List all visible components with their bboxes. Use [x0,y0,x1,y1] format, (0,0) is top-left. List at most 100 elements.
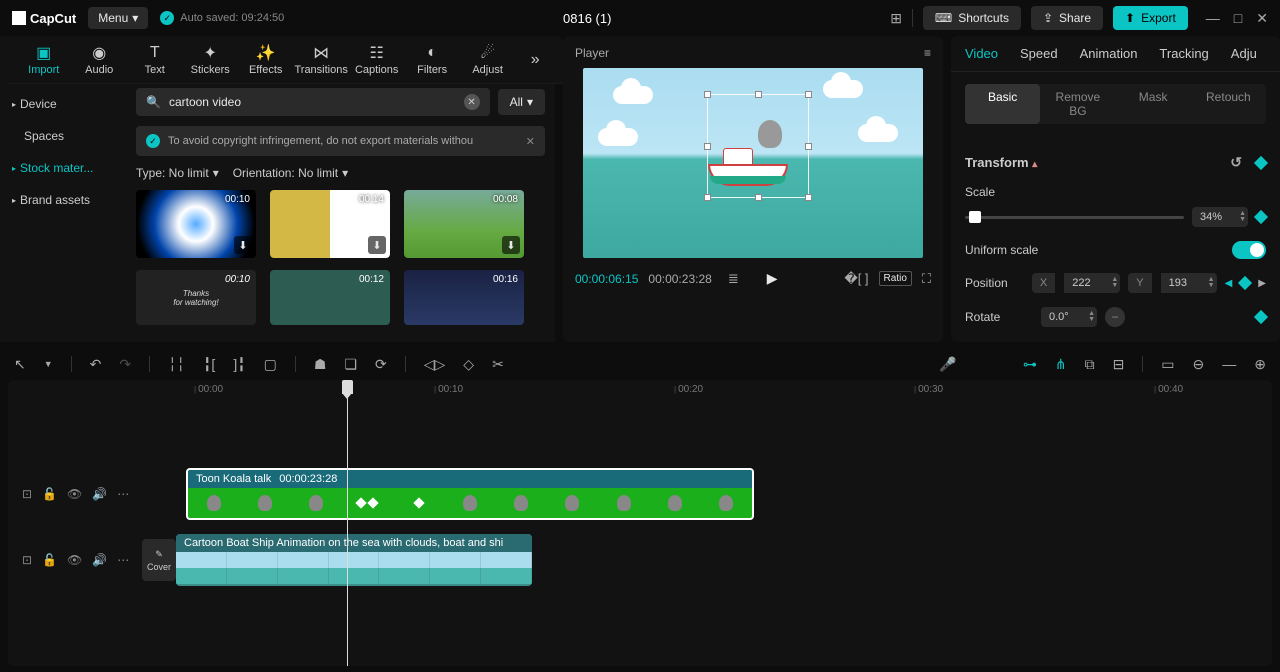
crop-icon[interactable]: �[ ] [844,271,868,287]
tab-audio[interactable]: ◉Audio [71,40,126,79]
filter-type[interactable]: Type: No limit▾ [136,166,219,180]
zoom-out-icon[interactable]: ⊖ [1193,356,1205,373]
redo-icon[interactable]: ↷ [119,356,131,373]
tab-adjust[interactable]: ☄Adjust [460,40,515,79]
track-more-icon[interactable]: ⋯ [117,487,129,501]
position-y[interactable]: 193▲▼ [1161,273,1217,293]
prop-tab-tracking[interactable]: Tracking [1159,46,1208,61]
tab-captions[interactable]: ☷Captions [349,40,404,79]
prop-tab-speed[interactable]: Speed [1020,46,1058,61]
filter-orientation[interactable]: Orientation: No limit▾ [233,166,348,180]
prev-key-icon[interactable]: ◀ [1225,278,1233,289]
fullscreen-icon[interactable]: ⛶ [922,271,931,287]
align-icon[interactable]: ⊟ [1113,356,1125,373]
position-x[interactable]: 222▲▼ [1064,273,1120,293]
shortcuts-button[interactable]: ⌨Shortcuts [923,6,1021,30]
close-icon[interactable]: ✕ [1256,10,1268,27]
share-button[interactable]: ⇪Share [1031,6,1103,30]
menu-button[interactable]: Menu▾ [88,7,148,29]
zoom-in-icon[interactable]: ⊕ [1254,356,1266,373]
export-button[interactable]: ⬆Export [1113,6,1188,30]
trim-left-icon[interactable]: ╏[ [203,356,215,373]
subtab-removebg[interactable]: Remove BG [1040,84,1115,124]
play-button[interactable]: ▶ [767,270,778,287]
search-input-wrap[interactable]: 🔍 ✕ [136,88,490,116]
close-warning-icon[interactable]: ✕ [526,135,535,148]
tabs-more[interactable]: » [515,40,555,79]
clip-koala[interactable]: Toon Koala talk00:00:23:28 [186,468,754,520]
stock-thumb[interactable]: 00:10⬇ [136,190,256,258]
subtab-retouch[interactable]: Retouch [1191,84,1266,124]
track-collapse-icon[interactable]: ⊡ [22,553,32,567]
clip-boat[interactable]: Cartoon Boat Ship Animation on the sea w… [176,534,532,586]
scale-value[interactable]: 34%▲▼ [1192,207,1248,227]
track-mute-icon[interactable]: 🔊 [92,553,107,567]
keyframe-icon[interactable] [1254,310,1268,324]
track-visible-icon[interactable]: 👁 [67,487,82,501]
download-icon[interactable]: ⬇ [234,236,252,254]
pointer-icon[interactable]: ↖ [14,356,26,373]
scale-slider[interactable] [965,216,1184,219]
mic-icon[interactable]: 🎤 [939,356,956,373]
stock-thumb[interactable]: 00:08⬇ [404,190,524,258]
split-icon[interactable]: ╎╎ [168,356,185,373]
subtab-mask[interactable]: Mask [1116,84,1191,124]
ratio-button[interactable]: Ratio [879,271,912,286]
stock-thumb[interactable]: 00:10Thanks for watching! [136,270,256,325]
track-lock-icon[interactable]: 🔓 [42,553,57,567]
crop-tool-icon[interactable]: ▢ [264,356,277,373]
keyframe-icon[interactable] [1254,155,1268,169]
rotate-value[interactable]: 0.0°▲▼ [1041,307,1097,327]
stepper-icon[interactable]: ▲▼ [1239,211,1246,223]
prop-tab-animation[interactable]: Animation [1080,46,1138,61]
next-key-icon[interactable]: ▶ [1258,278,1266,289]
keyframe-icon[interactable] [1238,276,1252,290]
chain-icon[interactable]: ⧉ [1085,356,1095,373]
mirror-icon[interactable]: ◁▷ [424,356,446,373]
track-visible-icon[interactable]: 👁 [67,553,82,567]
undo-icon[interactable]: ↶ [90,356,102,373]
prop-tab-adjust[interactable]: Adju [1231,46,1257,61]
rotate-dial[interactable]: − [1105,307,1125,327]
clear-search-icon[interactable]: ✕ [464,94,480,110]
filter-all-button[interactable]: All▾ [498,89,545,115]
trim-right-icon[interactable]: ]╏ [233,356,245,373]
selection-box[interactable] [707,94,809,198]
minimize-icon[interactable]: — [1206,10,1220,27]
shield-tool-icon[interactable]: ☗ [314,356,327,373]
tab-transitions[interactable]: ⋈Transitions [293,40,348,79]
keyframe-icon[interactable] [1254,210,1268,224]
track-mute-icon[interactable]: 🔊 [92,487,107,501]
magnet-icon[interactable]: ⊶ [1023,356,1037,373]
tab-effects[interactable]: ✨Effects [238,40,293,79]
link-track-icon[interactable]: ⋔ [1055,356,1067,373]
chevron-down-icon[interactable]: ▼ [44,359,53,369]
crop-frame-icon[interactable]: ✂ [492,356,504,373]
duplicate-icon[interactable]: ❏ [344,356,357,373]
timeline-ruler[interactable]: 00:00 00:10 00:20 00:30 00:40 [146,380,1272,402]
stock-thumb[interactable]: 00:16 [404,270,524,325]
rotate-tool-icon[interactable]: ◇ [463,356,474,373]
stock-thumb[interactable]: 00:12 [270,270,390,325]
playhead[interactable] [347,380,348,666]
tab-filters[interactable]: ◐Filters [404,40,459,79]
prop-tab-video[interactable]: Video [965,46,998,61]
sidebar-device[interactable]: ▸Device [0,88,128,120]
video-preview[interactable] [583,68,923,258]
download-icon[interactable]: ⬇ [502,236,520,254]
preview-range-icon[interactable]: ▭ [1161,356,1174,373]
zoom-slider-icon[interactable]: — [1222,356,1236,372]
tab-text[interactable]: TText [127,40,182,79]
sidebar-spaces[interactable]: Spaces [0,120,128,152]
stock-thumb[interactable]: 00:14⬇ [270,190,390,258]
uniform-scale-toggle[interactable] [1232,241,1266,259]
maximize-icon[interactable]: □ [1234,10,1242,27]
subtab-basic[interactable]: Basic [965,84,1040,124]
list-icon[interactable]: ≣ [728,271,739,287]
tab-import[interactable]: ▣Import [16,40,71,79]
download-icon[interactable]: ⬇ [368,236,386,254]
tab-stickers[interactable]: ✦Stickers [182,40,237,79]
reverse-icon[interactable]: ⟳ [375,356,387,373]
layout-icon[interactable]: ⊞ [890,10,902,27]
reset-icon[interactable]: ↺ [1230,154,1242,171]
